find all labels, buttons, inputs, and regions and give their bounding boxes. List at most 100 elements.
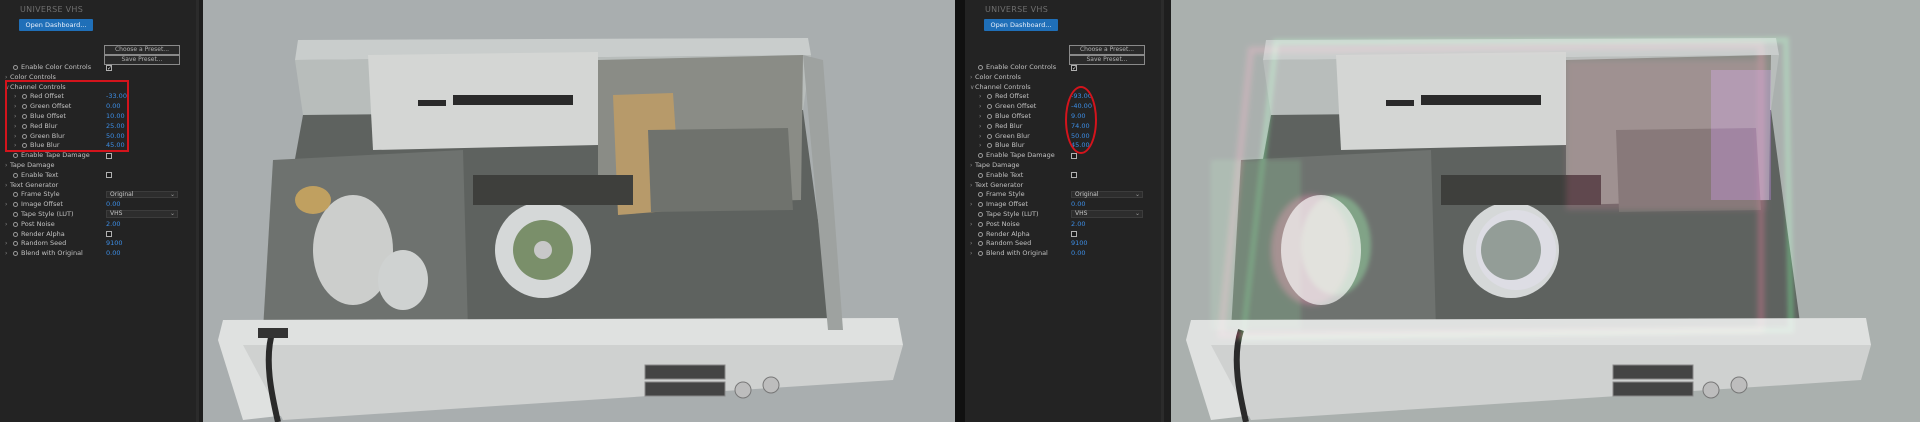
stopwatch-icon[interactable] — [978, 153, 983, 159]
panel-scrollbar[interactable] — [1161, 0, 1164, 422]
stopwatch-icon[interactable] — [978, 202, 983, 208]
param-value[interactable]: 0.00 — [106, 200, 120, 210]
stopwatch-icon[interactable] — [13, 153, 18, 159]
choose-preset-button[interactable]: Choose a Preset... — [104, 45, 180, 55]
param-label: Blue Offset — [995, 111, 1031, 120]
stopwatch-icon[interactable] — [978, 192, 983, 198]
twirl-closed-icon[interactable]: › — [970, 249, 972, 259]
stopwatch-icon[interactable] — [978, 241, 983, 247]
twirl-closed-icon[interactable]: › — [979, 112, 981, 122]
param-value[interactable]: 9100 — [1071, 239, 1088, 249]
param-row-channel-controls: ∨ Channel Controls — [965, 83, 1161, 93]
param-checkbox[interactable] — [106, 172, 112, 179]
param-dropdown[interactable]: Original ⌄ — [106, 190, 178, 199]
param-value[interactable]: 2.00 — [1071, 220, 1085, 230]
twirl-closed-icon[interactable]: › — [5, 181, 7, 191]
dropdown-value: Original — [110, 190, 134, 198]
twirl-closed-icon[interactable]: › — [970, 181, 972, 191]
twirl-closed-icon[interactable]: › — [5, 249, 7, 259]
dropdown-value: VHS — [110, 210, 123, 218]
twirl-closed-icon[interactable]: › — [5, 200, 7, 210]
stopwatch-icon[interactable] — [978, 65, 983, 70]
vcr-image-original — [203, 0, 955, 422]
stopwatch-icon[interactable] — [13, 65, 18, 70]
dropdown-value: Original — [1075, 190, 1099, 198]
param-dropdown[interactable]: VHS ⌄ — [106, 210, 178, 218]
twirl-closed-icon[interactable]: › — [979, 122, 981, 132]
stopwatch-icon[interactable] — [987, 94, 992, 100]
stopwatch-icon[interactable] — [13, 202, 18, 208]
stopwatch-icon[interactable] — [13, 211, 18, 217]
param-label: Text Generator — [975, 180, 1024, 189]
stopwatch-icon[interactable] — [13, 192, 18, 198]
stopwatch-icon[interactable] — [978, 231, 983, 237]
stopwatch-icon[interactable] — [987, 104, 992, 110]
stopwatch-icon[interactable] — [13, 251, 18, 257]
twirl-closed-icon[interactable]: › — [979, 102, 981, 112]
twirl-closed-icon[interactable]: › — [970, 220, 972, 230]
twirl-open-icon[interactable]: ∨ — [970, 83, 974, 93]
param-row-text-generator: › Text Generator — [0, 181, 196, 191]
param-label: Enable Text — [986, 170, 1024, 179]
right-comparison-pane: UNIVERSE VHS Open Dashboard... Choose a … — [965, 0, 1920, 422]
param-checkbox[interactable] — [106, 152, 112, 159]
param-row-enable-text: Enable Text — [0, 171, 196, 181]
param-label: Enable Color Controls — [986, 63, 1057, 71]
twirl-closed-icon[interactable]: › — [970, 200, 972, 210]
param-checkbox[interactable]: ✓ — [106, 64, 112, 71]
open-dashboard-button[interactable]: Open Dashboard... — [984, 19, 1058, 31]
param-row-enable-text: Enable Text — [965, 171, 1161, 181]
choose-preset-button[interactable]: Choose a Preset... — [1069, 45, 1145, 55]
twirl-closed-icon[interactable]: › — [979, 132, 981, 142]
stopwatch-icon[interactable] — [978, 251, 983, 257]
effect-controls-panel-right: UNIVERSE VHS Open Dashboard... Choose a … — [965, 0, 1161, 422]
param-checkbox[interactable] — [1071, 231, 1077, 238]
stopwatch-icon[interactable] — [13, 221, 18, 227]
param-label: Red Offset — [995, 92, 1029, 101]
twirl-closed-icon[interactable]: › — [979, 92, 981, 102]
stopwatch-icon[interactable] — [978, 211, 983, 217]
param-label: Image Offset — [986, 200, 1028, 209]
param-row-blend-with-original: › Blend with Original 0.00 — [0, 249, 196, 259]
stopwatch-icon[interactable] — [13, 231, 18, 237]
param-row-render-alpha: Render Alpha — [965, 230, 1161, 240]
twirl-closed-icon[interactable]: › — [970, 73, 972, 83]
param-row-red-offset: › Red Offset -93.00 — [965, 92, 1161, 102]
param-label: Post Noise — [986, 219, 1020, 228]
param-dropdown[interactable]: VHS ⌄ — [1071, 210, 1143, 218]
param-label: Tape Damage — [10, 160, 55, 169]
twirl-closed-icon[interactable]: › — [5, 239, 7, 249]
twirl-closed-icon[interactable]: › — [970, 239, 972, 249]
twirl-closed-icon[interactable]: › — [5, 161, 7, 171]
stopwatch-icon[interactable] — [987, 143, 992, 149]
stopwatch-icon[interactable] — [13, 241, 18, 247]
panel-scrollbar[interactable] — [196, 0, 199, 422]
param-label: Frame Style — [21, 190, 60, 199]
stopwatch-icon[interactable] — [987, 133, 992, 139]
param-value[interactable]: 0.00 — [106, 249, 120, 259]
twirl-closed-icon[interactable]: › — [979, 141, 981, 151]
param-label: Random Seed — [21, 239, 67, 248]
open-dashboard-button[interactable]: Open Dashboard... — [19, 19, 93, 31]
twirl-closed-icon[interactable]: › — [5, 220, 7, 230]
composition-viewer-processed — [1171, 0, 1920, 422]
param-value[interactable]: 0.00 — [1071, 249, 1085, 259]
stopwatch-icon[interactable] — [978, 172, 983, 178]
stopwatch-icon[interactable] — [13, 172, 18, 178]
param-checkbox[interactable] — [106, 231, 112, 238]
param-checkbox[interactable] — [1071, 152, 1077, 159]
param-label: Tape Style (LUT) — [21, 209, 74, 218]
param-value[interactable]: 0.00 — [1071, 200, 1085, 210]
param-checkbox[interactable] — [1071, 172, 1077, 179]
param-value[interactable]: 9100 — [106, 239, 123, 249]
param-value[interactable]: 2.00 — [106, 220, 120, 230]
param-dropdown[interactable]: Original ⌄ — [1071, 190, 1143, 199]
parameter-list: Enable Color Controls ✓ › Color Controls ∨ Ch… — [965, 63, 1161, 259]
twirl-closed-icon[interactable]: › — [970, 161, 972, 171]
param-checkbox[interactable]: ✓ — [1071, 64, 1077, 71]
stopwatch-icon[interactable] — [978, 221, 983, 227]
param-row-enable-color-controls: Enable Color Controls ✓ — [0, 63, 196, 73]
stopwatch-icon[interactable] — [987, 123, 992, 129]
stopwatch-icon[interactable] — [987, 113, 992, 119]
param-label: Enable Color Controls — [21, 63, 92, 71]
